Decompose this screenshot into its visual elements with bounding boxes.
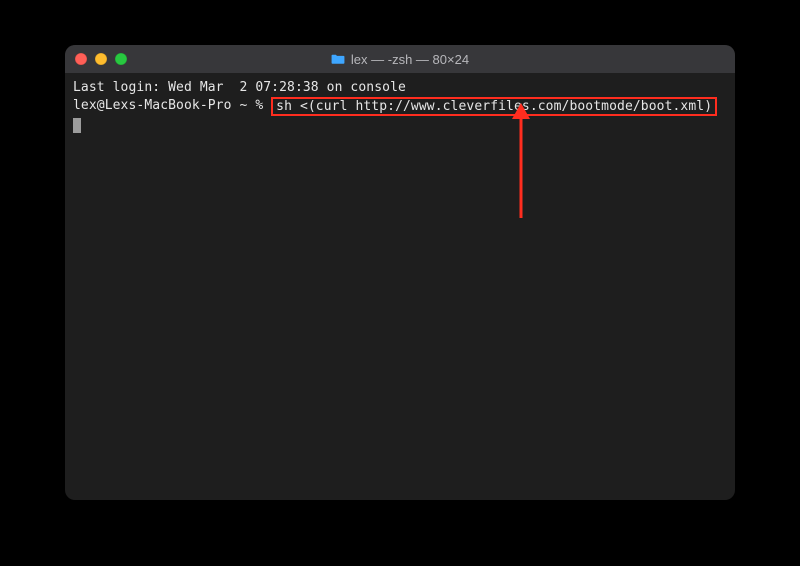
typed-command: sh <(curl http://www.cleverfiles.com/boo…: [276, 99, 712, 114]
window-title-area: lex — -zsh — 80×24: [65, 52, 735, 67]
window-title: lex — -zsh — 80×24: [351, 52, 469, 67]
folder-icon: [331, 53, 345, 65]
shell-prompt: lex@Lexs-MacBook-Pro ~ %: [73, 97, 271, 115]
last-login-line: Last login: Wed Mar 2 07:28:38 on consol…: [73, 79, 727, 97]
minimize-button[interactable]: [95, 53, 107, 65]
window-titlebar[interactable]: lex — -zsh — 80×24: [65, 45, 735, 73]
terminal-window: lex — -zsh — 80×24 Last login: Wed Mar 2…: [65, 45, 735, 500]
prompt-line: lex@Lexs-MacBook-Pro ~ % sh <(curl http:…: [73, 97, 727, 117]
terminal-body[interactable]: Last login: Wed Mar 2 07:28:38 on consol…: [65, 73, 735, 500]
traffic-lights: [75, 53, 127, 65]
close-button[interactable]: [75, 53, 87, 65]
command-highlight: sh <(curl http://www.cleverfiles.com/boo…: [271, 97, 717, 117]
zoom-button[interactable]: [115, 53, 127, 65]
cursor-block: [73, 118, 81, 133]
cursor-line: [73, 116, 727, 139]
